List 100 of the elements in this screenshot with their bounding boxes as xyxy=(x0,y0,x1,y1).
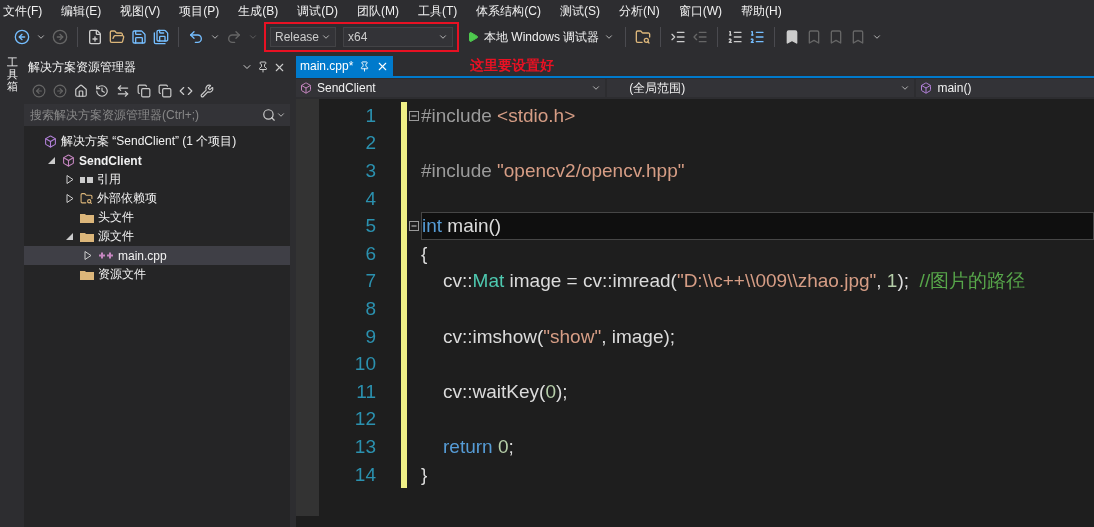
line-number: 7 xyxy=(365,270,376,293)
tree-item[interactable]: 外部依赖项 xyxy=(24,189,290,208)
menu-item[interactable]: 帮助(H) xyxy=(741,2,782,20)
line-number: 9 xyxy=(365,325,376,348)
line-number: 3 xyxy=(365,160,376,182)
menu-item[interactable]: 调试(D) xyxy=(297,2,338,20)
menu-item[interactable]: 编辑(E) xyxy=(61,2,102,20)
caret-icon[interactable] xyxy=(276,110,286,120)
collapsed-arrow-icon[interactable] xyxy=(66,194,74,203)
sync-icon[interactable] xyxy=(116,84,130,98)
code-line: cv::waitKey(0); xyxy=(442,380,568,403)
home-icon[interactable] xyxy=(74,84,88,98)
menu-item[interactable]: 文件(F) xyxy=(3,2,43,20)
folder-icon xyxy=(80,212,94,223)
menu-item[interactable]: 工具(T) xyxy=(418,2,458,20)
tree-item[interactable]: 资源文件 xyxy=(24,265,290,284)
line-number: 11 xyxy=(356,380,376,403)
line-number: 12 xyxy=(354,408,376,431)
caret-icon[interactable] xyxy=(210,32,220,42)
indent-icon[interactable] xyxy=(670,29,687,45)
collapse-toggle-icon[interactable] xyxy=(409,110,419,121)
search-field[interactable]: 搜索解决方案资源管理器(Ctrl+;) xyxy=(24,104,290,126)
cpp-file-icon xyxy=(98,251,114,260)
folder-icon xyxy=(80,269,94,280)
caret-icon[interactable] xyxy=(900,83,911,93)
code-line: #include <stdio.h> xyxy=(421,104,576,127)
caret-icon[interactable] xyxy=(36,32,46,42)
code-line: { xyxy=(421,242,428,265)
platform-dropdown[interactable]: x64 xyxy=(343,27,453,47)
tree-item[interactable]: main.cpp xyxy=(24,246,290,265)
menu-item[interactable]: 窗口(W) xyxy=(678,2,722,20)
caret-icon[interactable] xyxy=(591,83,602,93)
caret-icon[interactable] xyxy=(872,32,883,42)
code-line: cv::imshow("show", image); xyxy=(442,325,676,348)
list-icon[interactable] xyxy=(749,29,766,45)
menu-item[interactable]: 体系结构(C) xyxy=(476,2,541,20)
pin-icon[interactable] xyxy=(257,61,269,73)
list-icon[interactable] xyxy=(727,29,744,45)
copy-icon[interactable] xyxy=(158,84,172,98)
tree-item[interactable]: 头文件 xyxy=(24,208,290,227)
code-line: return 0; xyxy=(442,435,514,458)
folder-icon xyxy=(80,192,93,205)
history-icon[interactable] xyxy=(95,84,109,98)
project-icon xyxy=(300,82,312,94)
folder-icon xyxy=(80,231,94,242)
line-number: 14 xyxy=(354,463,376,486)
project-dropdown[interactable]: SendClient xyxy=(296,79,606,97)
line-number: 2 xyxy=(365,132,376,155)
caret-icon[interactable] xyxy=(604,32,615,42)
code-line: #include "opencv2/opencv.hpp" xyxy=(421,160,685,182)
open-folder-icon[interactable] xyxy=(109,29,125,45)
project-icon xyxy=(62,154,75,167)
find-folder-icon[interactable] xyxy=(635,29,652,45)
collapse-toggle-icon[interactable] xyxy=(409,221,419,232)
menu-item[interactable]: 团队(M) xyxy=(357,2,399,20)
expanded-arrow-icon[interactable] xyxy=(48,156,56,165)
line-number: 5 xyxy=(365,215,376,238)
tree-item[interactable]: 解决方案 “SendClient” (1 个项目) xyxy=(24,132,290,151)
code-line: cv::Mat image = cv::imread("D:\\c++\\009\\zhao.jpg", 1); //图片的路径 xyxy=(442,269,1026,294)
undo-icon[interactable] xyxy=(188,29,204,45)
line-number: 13 xyxy=(354,435,376,458)
cube-icon xyxy=(920,82,933,94)
new-file-icon[interactable] xyxy=(87,29,103,45)
line-number: 4 xyxy=(365,187,376,210)
forward-icon[interactable] xyxy=(52,29,68,45)
tree-item[interactable]: 源文件 xyxy=(24,227,290,246)
collapsed-arrow-icon[interactable] xyxy=(84,251,92,260)
menu-item[interactable]: 分析(N) xyxy=(619,2,660,20)
line-number: 6 xyxy=(365,242,376,265)
expanded-arrow-icon[interactable] xyxy=(66,232,74,241)
play-icon[interactable] xyxy=(467,31,479,43)
editor-tab[interactable]: main.cpp* xyxy=(296,56,394,76)
outdent-icon[interactable] xyxy=(692,29,709,45)
code-icon[interactable] xyxy=(179,84,193,98)
save-icon[interactable] xyxy=(131,29,147,45)
scope-dropdown[interactable]: (全局范围) xyxy=(607,79,915,97)
menu-item[interactable]: 项目(P) xyxy=(179,2,220,20)
annotation-text: 这里要设置好 xyxy=(470,57,554,75)
references-icon xyxy=(80,175,93,184)
menu-item[interactable]: 生成(B) xyxy=(238,2,279,20)
code-line: } xyxy=(421,463,428,486)
caret-icon[interactable] xyxy=(321,32,331,42)
menu-item[interactable]: 测试(S) xyxy=(560,2,600,20)
back-icon[interactable] xyxy=(14,29,30,45)
caret-icon[interactable] xyxy=(438,32,448,42)
search-icon[interactable] xyxy=(262,108,276,122)
member-dropdown[interactable]: main() xyxy=(916,79,1094,97)
panel-title: 解决方案资源管理器 xyxy=(28,58,137,76)
run-debugger-button[interactable]: 本地 Windows 调试器 xyxy=(465,28,617,46)
tree-item[interactable]: 引用 xyxy=(24,170,290,189)
tree-item[interactable]: SendClient xyxy=(24,151,290,170)
line-number: 1 xyxy=(365,104,376,127)
toolbox-tab[interactable]: 工具箱 xyxy=(6,56,18,527)
menu-item[interactable]: 视图(V) xyxy=(120,2,161,20)
settings-icon[interactable] xyxy=(200,84,214,98)
collapsed-arrow-icon[interactable] xyxy=(66,175,74,184)
line-number: 10 xyxy=(354,353,376,376)
line-number: 8 xyxy=(365,297,376,320)
configuration-dropdown[interactable]: Release xyxy=(270,27,336,47)
save-all-icon[interactable] xyxy=(153,29,169,45)
